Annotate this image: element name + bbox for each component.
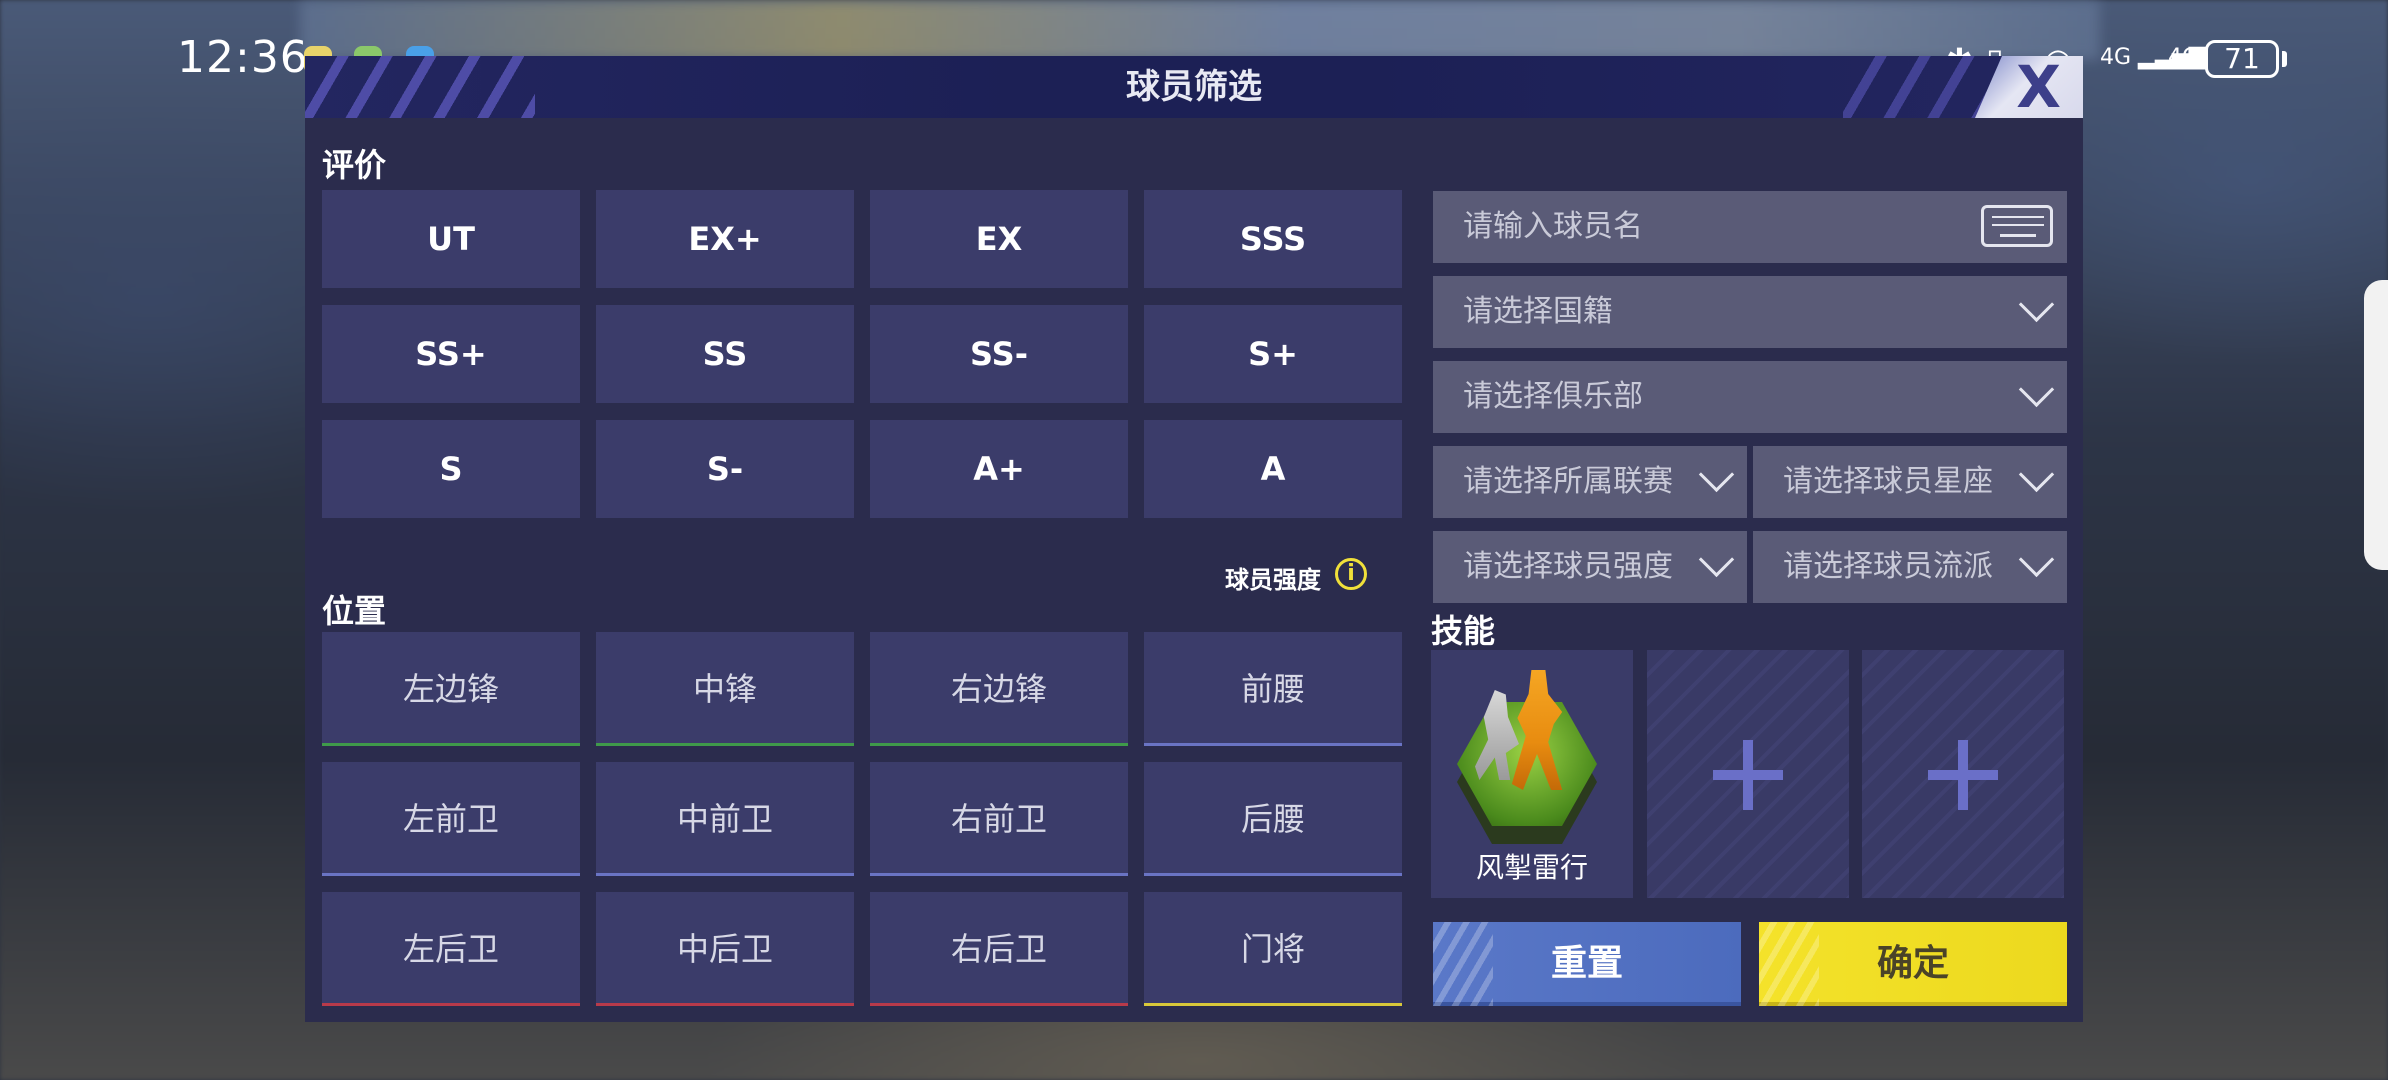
confirm-button-label: 确定 xyxy=(1876,943,1949,984)
strength-placeholder: 请选择球员强度 xyxy=(1463,549,1673,584)
chevron-down-icon xyxy=(2018,541,2055,578)
position-option-label: 门将 xyxy=(1240,930,1305,968)
style-placeholder: 请选择球员流派 xyxy=(1783,549,1993,584)
position-option-cm[interactable]: 中前卫 xyxy=(596,762,854,876)
position-option-label: 右前卫 xyxy=(950,800,1047,838)
close-icon: X xyxy=(2016,53,2061,121)
rating-option-s-plus[interactable]: S+ xyxy=(1144,305,1402,403)
position-color-bar xyxy=(596,1003,854,1006)
skill-slot-1[interactable]: 风掣雷行 xyxy=(1431,650,1633,898)
position-label: 位置 xyxy=(322,592,387,630)
rating-option-s-minus[interactable]: S- xyxy=(596,420,854,518)
position-option-label: 左前卫 xyxy=(402,800,499,838)
plus-icon-vertical xyxy=(1743,740,1753,810)
rating-option-ss-plus[interactable]: SS+ xyxy=(322,305,580,403)
strength-select[interactable]: 请选择球员强度 xyxy=(1433,531,1747,603)
network-2-label: 4G xyxy=(2168,45,2200,70)
position-color-bar xyxy=(1144,873,1402,876)
position-color-bar xyxy=(870,873,1128,876)
player-name-input[interactable]: 请输入球员名 xyxy=(1433,191,2067,263)
dialog-title: 球员筛选 xyxy=(1126,67,1262,107)
rating-option-a-plus[interactable]: A+ xyxy=(870,420,1128,518)
position-option-label: 后腰 xyxy=(1240,800,1305,838)
position-option-dm[interactable]: 后腰 xyxy=(1144,762,1402,876)
position-option-st[interactable]: 中锋 xyxy=(596,632,854,746)
chevron-down-icon xyxy=(2018,371,2055,408)
position-option-label: 左后卫 xyxy=(402,930,499,968)
position-option-gk[interactable]: 门将 xyxy=(1144,892,1402,1006)
nationality-select[interactable]: 请选择国籍 xyxy=(1433,276,2067,348)
position-option-lb[interactable]: 左后卫 xyxy=(322,892,580,1006)
skill-slot-3[interactable] xyxy=(1862,650,2064,898)
rating-option-s[interactable]: S xyxy=(322,420,580,518)
position-option-label: 前腰 xyxy=(1240,670,1305,708)
strength-label: 球员强度 xyxy=(1225,566,1321,594)
position-option-label: 右边锋 xyxy=(950,670,1047,708)
position-option-lw[interactable]: 左边锋 xyxy=(322,632,580,746)
constellation-select[interactable]: 请选择球员星座 xyxy=(1753,446,2067,518)
position-option-label: 左边锋 xyxy=(402,670,499,708)
position-color-bar xyxy=(596,873,854,876)
position-option-label: 中后卫 xyxy=(676,930,773,968)
position-option-rw[interactable]: 右边锋 xyxy=(870,632,1128,746)
reset-button[interactable]: 重置 xyxy=(1433,922,1741,1006)
club-select[interactable]: 请选择俱乐部 xyxy=(1433,361,2067,433)
skill-name: 风掣雷行 xyxy=(1475,851,1588,884)
rating-label: 评价 xyxy=(322,146,387,184)
constellation-placeholder: 请选择球员星座 xyxy=(1783,464,1993,499)
position-color-bar xyxy=(870,1003,1128,1006)
player-filter-dialog: 球员筛选 X 评价 UT EX+ EX SSS SS+ SS SS- S+ S … xyxy=(305,56,2083,1022)
rating-option-ex[interactable]: EX xyxy=(870,190,1128,288)
position-color-bar xyxy=(596,743,854,746)
info-icon[interactable]: i xyxy=(1335,558,1367,590)
chevron-down-icon xyxy=(2018,286,2055,323)
plus-icon-vertical xyxy=(1958,740,1968,810)
dialog-header: 球员筛选 X xyxy=(305,56,2083,118)
rating-option-ss[interactable]: SS xyxy=(596,305,854,403)
rating-option-ut[interactable]: UT xyxy=(322,190,580,288)
skills-label: 技能 xyxy=(1431,612,1496,650)
position-option-label: 中前卫 xyxy=(676,800,773,838)
battery-tip xyxy=(2282,51,2287,67)
keyboard-icon[interactable] xyxy=(1981,205,2053,247)
skill-slot-2[interactable] xyxy=(1647,650,1849,898)
position-option-lm[interactable]: 左前卫 xyxy=(322,762,580,876)
status-time: 12:36 xyxy=(177,32,309,83)
player-name-placeholder: 请输入球员名 xyxy=(1463,209,1643,244)
position-option-label: 右后卫 xyxy=(950,930,1047,968)
position-option-rb[interactable]: 右后卫 xyxy=(870,892,1128,1006)
network-1-label: 4G xyxy=(2100,45,2132,70)
chevron-down-icon xyxy=(1698,456,1735,493)
nationality-placeholder: 请选择国籍 xyxy=(1463,294,1613,329)
club-placeholder: 请选择俱乐部 xyxy=(1463,379,1643,414)
rating-option-ex-plus[interactable]: EX+ xyxy=(596,190,854,288)
league-placeholder: 请选择所属联赛 xyxy=(1463,464,1673,499)
signal-2-icon: 4G xyxy=(2168,38,2199,78)
side-handle[interactable] xyxy=(2364,280,2388,570)
position-color-bar xyxy=(322,1003,580,1006)
chevron-down-icon xyxy=(1698,541,1735,578)
position-color-bar xyxy=(1144,743,1402,746)
battery-icon: 71 xyxy=(2205,40,2279,78)
position-color-bar xyxy=(870,743,1128,746)
rating-option-ss-minus[interactable]: SS- xyxy=(870,305,1128,403)
position-option-rm[interactable]: 右前卫 xyxy=(870,762,1128,876)
position-option-am[interactable]: 前腰 xyxy=(1144,632,1402,746)
position-option-label: 中锋 xyxy=(692,670,757,708)
rating-option-a[interactable]: A xyxy=(1144,420,1402,518)
confirm-button[interactable]: 确定 xyxy=(1759,922,2067,1006)
chevron-down-icon xyxy=(2018,456,2055,493)
position-color-bar xyxy=(322,873,580,876)
league-select[interactable]: 请选择所属联赛 xyxy=(1433,446,1747,518)
position-color-bar xyxy=(1144,1003,1402,1006)
style-select[interactable]: 请选择球员流派 xyxy=(1753,531,2067,603)
reset-button-label: 重置 xyxy=(1550,943,1623,984)
position-option-cb[interactable]: 中后卫 xyxy=(596,892,854,1006)
position-color-bar xyxy=(322,743,580,746)
rating-option-sss[interactable]: SSS xyxy=(1144,190,1402,288)
